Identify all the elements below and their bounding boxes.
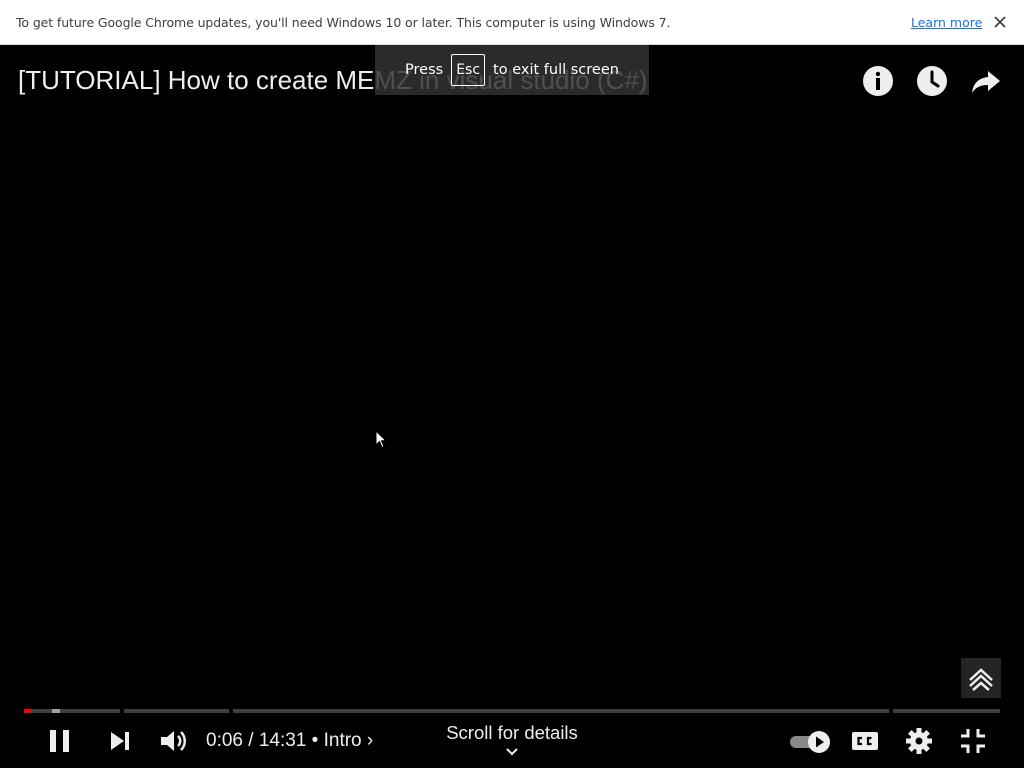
- played-progress: [24, 709, 31, 713]
- double-chevron-up-icon: [969, 668, 993, 691]
- esc-key-label: Esc: [451, 54, 486, 86]
- autoplay-toggle[interactable]: [788, 725, 834, 757]
- close-icon[interactable]: [991, 13, 1009, 31]
- chapter-segment[interactable]: [893, 709, 1000, 713]
- scroll-for-details-button[interactable]: Scroll for details: [412, 722, 612, 744]
- info-icon[interactable]: [862, 65, 894, 97]
- buffered-indicator: [52, 709, 60, 713]
- chapter-title-button[interactable]: Intro ›: [324, 730, 374, 751]
- chapter-segment[interactable]: [233, 709, 889, 713]
- closed-captions-icon[interactable]: [849, 725, 881, 757]
- pause-icon[interactable]: [44, 725, 76, 757]
- chevron-down-icon: [506, 748, 518, 756]
- duration: 14:31: [258, 730, 307, 751]
- chapter-segment[interactable]: [124, 709, 229, 713]
- time-separator: /: [248, 730, 254, 751]
- current-time: 0:06: [206, 730, 243, 751]
- fullscreen-exit-hint: Press Esc to exit full screen: [375, 45, 649, 95]
- expand-up-button[interactable]: [961, 658, 1001, 698]
- chevron-right-icon: ›: [366, 730, 374, 751]
- infobar-message: To get future Google Chrome updates, you…: [16, 15, 671, 30]
- watch-later-clock-icon[interactable]: [916, 65, 948, 97]
- chapter-segment[interactable]: [24, 709, 120, 713]
- hint-suffix: to exit full screen: [493, 62, 619, 78]
- chrome-update-infobar: To get future Google Chrome updates, you…: [0, 0, 1024, 45]
- share-arrow-icon[interactable]: [970, 65, 1002, 97]
- hint-prefix: Press: [405, 62, 444, 78]
- settings-gear-icon[interactable]: [903, 725, 935, 757]
- bullet-separator: •: [311, 730, 319, 751]
- volume-icon[interactable]: [157, 725, 189, 757]
- progress-bar[interactable]: [24, 709, 1000, 713]
- video-player[interactable]: [TUTORIAL] How to create MEMZ in visual …: [0, 45, 1024, 768]
- mouse-cursor-icon: [375, 430, 388, 449]
- learn-more-link[interactable]: Learn more: [911, 15, 982, 30]
- chapter-name: Intro: [323, 730, 362, 751]
- exit-fullscreen-icon[interactable]: [957, 725, 989, 757]
- time-display: 0:06 / 14:31 • Intro ›: [206, 730, 373, 752]
- next-video-icon[interactable]: [104, 725, 136, 757]
